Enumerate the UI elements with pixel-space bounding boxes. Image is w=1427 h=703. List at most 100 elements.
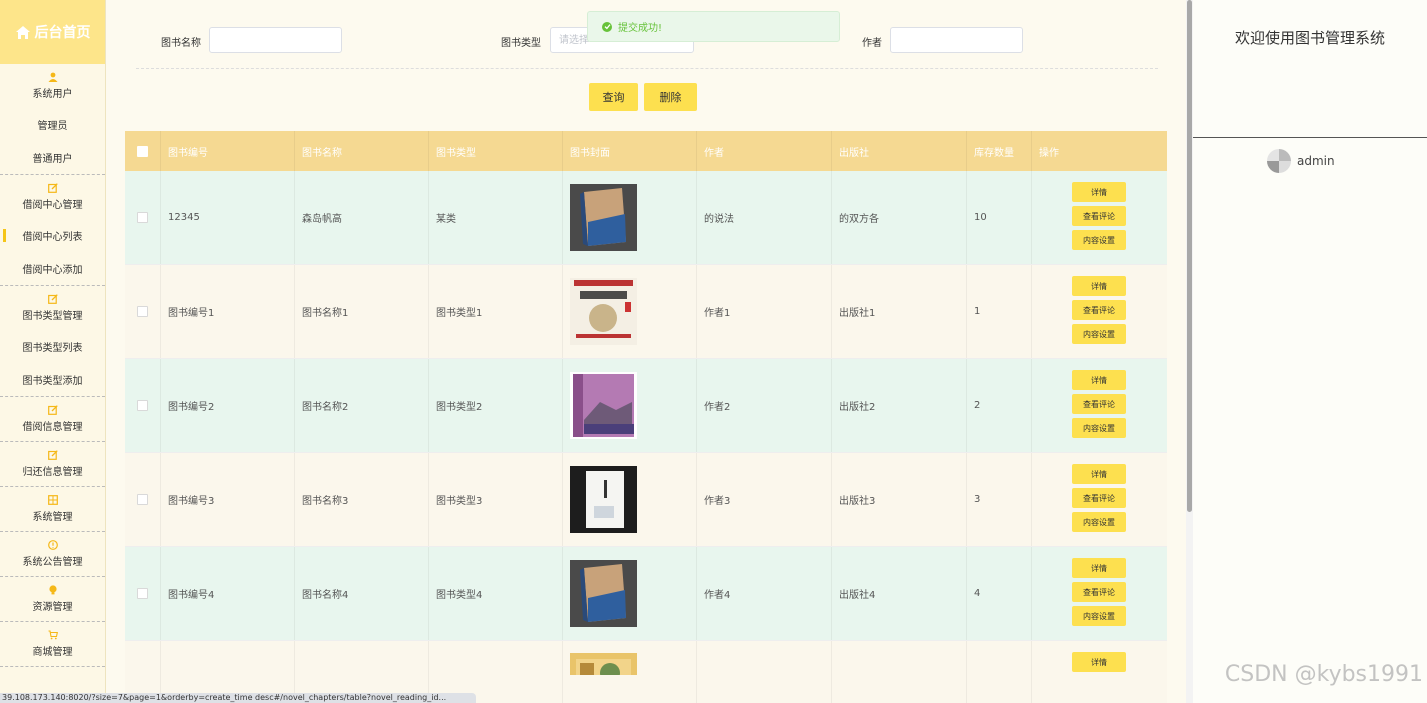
view-comments-button[interactable]: 查看评论 <box>1072 206 1126 226</box>
publisher-cell: 的双方各 <box>832 171 967 264</box>
row-select[interactable] <box>125 265 161 358</box>
detail-button[interactable]: 详情 <box>1072 652 1126 672</box>
detail-button[interactable]: 详情 <box>1072 370 1126 390</box>
checkbox[interactable] <box>137 145 148 157</box>
ops-cell: 详情查看评论内容设置 <box>1032 547 1167 640</box>
detail-button[interactable]: 详情 <box>1072 464 1126 484</box>
detail-button[interactable]: 详情 <box>1072 276 1126 296</box>
scrollbar-thumb[interactable] <box>1187 0 1192 512</box>
checkbox[interactable] <box>137 400 148 411</box>
sidebar-group-system-users[interactable]: 系统用户 <box>0 64 105 108</box>
vertical-scrollbar[interactable] <box>1186 0 1193 703</box>
stock-cell: 3 <box>967 453 1032 546</box>
book-id-cell: 图书编号3 <box>161 453 295 546</box>
user-info[interactable]: admin <box>1267 149 1335 173</box>
book-cover-cell <box>563 641 697 703</box>
header-cell: 作者 <box>697 131 832 171</box>
sidebar-item-admin[interactable]: 管理员 <box>0 108 105 141</box>
sidebar-item-booktype-list[interactable]: 图书类型列表 <box>0 330 105 363</box>
book-type-cell: 图书类型3 <box>429 453 563 546</box>
book-cover-image[interactable] <box>570 560 637 627</box>
content-settings-button[interactable]: 内容设置 <box>1072 230 1126 250</box>
author-cell: 作者4 <box>697 547 832 640</box>
book-id-cell: 图书编号1 <box>161 265 295 358</box>
header-cell: 图书类型 <box>429 131 563 171</box>
stock-cell: 4 <box>967 547 1032 640</box>
right-panel: 欢迎使用图书管理系统 admin <box>1193 0 1427 703</box>
sidebar-group-borrow-info[interactable]: 借阅信息管理 <box>0 397 105 442</box>
book-name-cell: 图书名称3 <box>295 453 429 546</box>
sidebar-group-borrow-center[interactable]: 借阅中心管理 <box>0 175 105 219</box>
book-cover-image[interactable] <box>570 184 637 251</box>
content-settings-button[interactable]: 内容设置 <box>1072 324 1126 344</box>
content-settings-button[interactable]: 内容设置 <box>1072 606 1126 626</box>
publisher-cell: 出版社4 <box>832 547 967 640</box>
sidebar-group-label: 借阅中心管理 <box>22 200 83 211</box>
sidebar-group-shop[interactable]: 商城管理 <box>0 622 105 667</box>
bulb-icon <box>48 585 57 595</box>
sidebar-group-book-type[interactable]: 图书类型管理 <box>0 286 105 330</box>
sidebar-item-borrow-list[interactable]: 借阅中心列表 <box>0 219 105 252</box>
sidebar-item-booktype-add[interactable]: 图书类型添加 <box>0 363 105 397</box>
edit-icon <box>47 294 58 304</box>
checkbox[interactable] <box>137 494 148 505</box>
content-settings-button[interactable]: 内容设置 <box>1072 512 1126 532</box>
sidebar-group-return-info[interactable]: 归还信息管理 <box>0 442 105 487</box>
author-input[interactable] <box>890 27 1023 53</box>
avatar <box>1267 149 1291 173</box>
detail-button[interactable]: 详情 <box>1072 558 1126 578</box>
sidebar-item-normal-user[interactable]: 普通用户 <box>0 141 105 175</box>
view-comments-button[interactable]: 查看评论 <box>1072 582 1126 602</box>
author-cell <box>697 641 832 703</box>
stock-cell: 2 <box>967 359 1032 452</box>
book-cover-cell <box>563 547 697 640</box>
view-comments-button[interactable]: 查看评论 <box>1072 300 1126 320</box>
divider <box>136 68 1158 69</box>
book-id-cell: 图书编号4 <box>161 547 295 640</box>
detail-button[interactable]: 详情 <box>1072 182 1126 202</box>
sidebar-group-label: 借阅信息管理 <box>22 422 83 433</box>
book-cover-image[interactable] <box>570 278 637 345</box>
delete-button[interactable]: 删除 <box>644 83 697 111</box>
view-comments-button[interactable]: 查看评论 <box>1072 394 1126 414</box>
sidebar-home[interactable]: 后台首页 <box>0 0 105 64</box>
sidebar-group-resource[interactable]: 资源管理 <box>0 577 105 622</box>
sidebar-group-notice[interactable]: 系统公告管理 <box>0 532 105 577</box>
table-row: 图书编号4 图书名称4 图书类型4 作者4 出版社4 4 详情 查看评论 内容设置 <box>125 547 1167 641</box>
sidebar-group-label: 系统管理 <box>32 512 73 523</box>
book-cover-cell <box>563 265 697 358</box>
content-settings-button[interactable]: 内容设置 <box>1072 418 1126 438</box>
checkbox[interactable] <box>137 588 148 599</box>
stock-cell: 10 <box>967 171 1032 264</box>
checkbox[interactable] <box>137 212 148 223</box>
book-type-cell: 图书类型4 <box>429 547 563 640</box>
book-type-label: 图书类型 <box>501 38 541 49</box>
sidebar-group-label: 系统用户 <box>32 89 73 100</box>
book-cover-image[interactable] <box>570 466 637 533</box>
book-cover-image[interactable] <box>570 653 637 675</box>
publisher-cell: 出版社2 <box>832 359 967 452</box>
table-row: 图书编号2 图书名称2 图书类型2 作者2 出版社2 2 详情 查看评论 内容设置 <box>125 359 1167 453</box>
check-circle-icon <box>602 21 612 32</box>
sidebar-item-borrow-add[interactable]: 借阅中心添加 <box>0 252 105 286</box>
ops-cell: 详情 <box>1032 641 1167 703</box>
publisher-cell: 出版社3 <box>832 453 967 546</box>
row-select[interactable] <box>125 547 161 640</box>
checkbox[interactable] <box>137 306 148 317</box>
ops-cell: 详情查看评论内容设置 <box>1032 453 1167 546</box>
main-content: 图书名称 图书类型 作者 查询 删除 提交成功! 图书编号 图书名称 图书类型 … <box>106 0 1186 703</box>
sidebar-group-label: 系统公告管理 <box>22 557 83 568</box>
sidebar-group-system[interactable]: 系统管理 <box>0 487 105 532</box>
view-comments-button[interactable]: 查看评论 <box>1072 488 1126 508</box>
header-select-all[interactable] <box>125 131 161 171</box>
row-select[interactable] <box>125 359 161 452</box>
home-icon <box>15 25 30 39</box>
book-name-input[interactable] <box>209 27 342 53</box>
query-button[interactable]: 查询 <box>589 83 638 111</box>
stock-cell: 1 <box>967 265 1032 358</box>
row-select[interactable] <box>125 171 161 264</box>
book-cover-image[interactable] <box>570 372 637 439</box>
header-cell: 图书名称 <box>295 131 429 171</box>
author-cell: 作者1 <box>697 265 832 358</box>
row-select[interactable] <box>125 453 161 546</box>
